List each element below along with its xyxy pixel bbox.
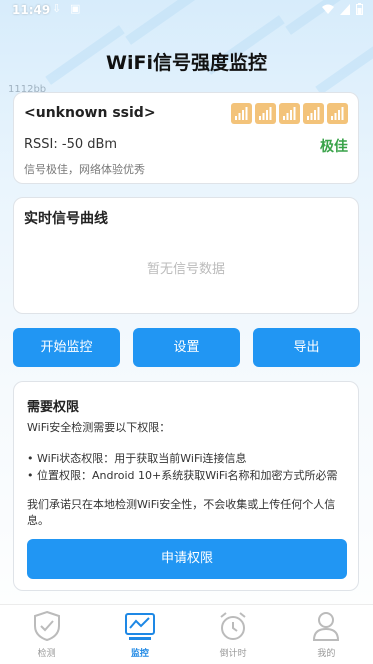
wifi-status-icon [322,4,334,14]
tab-countdown[interactable]: 倒计时 [187,605,280,664]
permission-title: 需要权限 [27,400,80,415]
page-title: WiFi信号强度监控 [106,52,267,74]
export-button[interactable]: 导出 [253,328,360,367]
permission-card: 需要权限 WiFi安全检测需要以下权限： • WiFi状态权限：用于获取当前Wi… [13,381,359,591]
status-time: 11:49 [12,3,51,17]
permission-intro: WiFi安全检测需要以下权限： [27,421,171,434]
notification-icon: ▣ [70,2,81,15]
signal-chart-card: 实时信号曲线 暂无信号数据 [13,197,359,314]
signal-bar-icon [231,103,252,124]
signal-description: 信号极佳，网络体验优秀 [24,163,145,176]
status-bar: 11:49 ⇩ ▣ [0,0,373,22]
tab-label: 我的 [317,649,336,659]
user-icon [313,612,340,641]
wifi-info-card: <unknown ssid> RSSI: -50 dBm 极佳 信号极佳，网络体… [13,92,359,184]
bottom-tab-bar: 检测 监控 倒计时 我的 [0,604,373,664]
tab-detect[interactable]: 检测 [0,605,93,664]
signal-quality-label: 极佳 [320,139,348,155]
signal-bar-icon [303,103,324,124]
chart-empty-text: 暂无信号数据 [146,262,225,277]
tab-label: 倒计时 [219,649,247,659]
signal-bar-icon [255,103,276,124]
monitor-chart-icon [124,613,155,640]
privacy-promise: 我们承诺只在本地检测WiFi安全性，不会收集或上传任何个人信息。 [27,498,336,527]
rssi-value: RSSI: -50 dBm [24,137,118,152]
alarm-clock-icon [220,612,246,640]
chart-title: 实时信号曲线 [24,211,108,227]
ssid-label: <unknown ssid> [24,105,156,121]
settings-button[interactable]: 设置 [133,328,240,367]
tab-monitor[interactable]: 监控 [93,605,186,664]
permission-item: • 位置权限：Android 10+系统获取WiFi名称和加密方式所必需 [27,469,338,482]
start-monitor-button[interactable]: 开始监控 [13,328,120,367]
cell-signal-icon [340,3,350,15]
download-icon: ⇩ [52,2,62,15]
tab-label: 监控 [130,649,149,659]
permission-item: • WiFi状态权限：用于获取当前WiFi连接信息 [27,452,247,465]
signal-strength-indicator [231,103,348,124]
tab-label: 检测 [37,649,56,659]
shield-check-icon [33,610,60,642]
signal-bar-icon [279,103,300,124]
request-permission-button[interactable]: 申请权限 [27,539,347,579]
battery-icon [356,3,363,15]
tab-profile[interactable]: 我的 [280,605,373,664]
signal-bar-icon [327,103,348,124]
